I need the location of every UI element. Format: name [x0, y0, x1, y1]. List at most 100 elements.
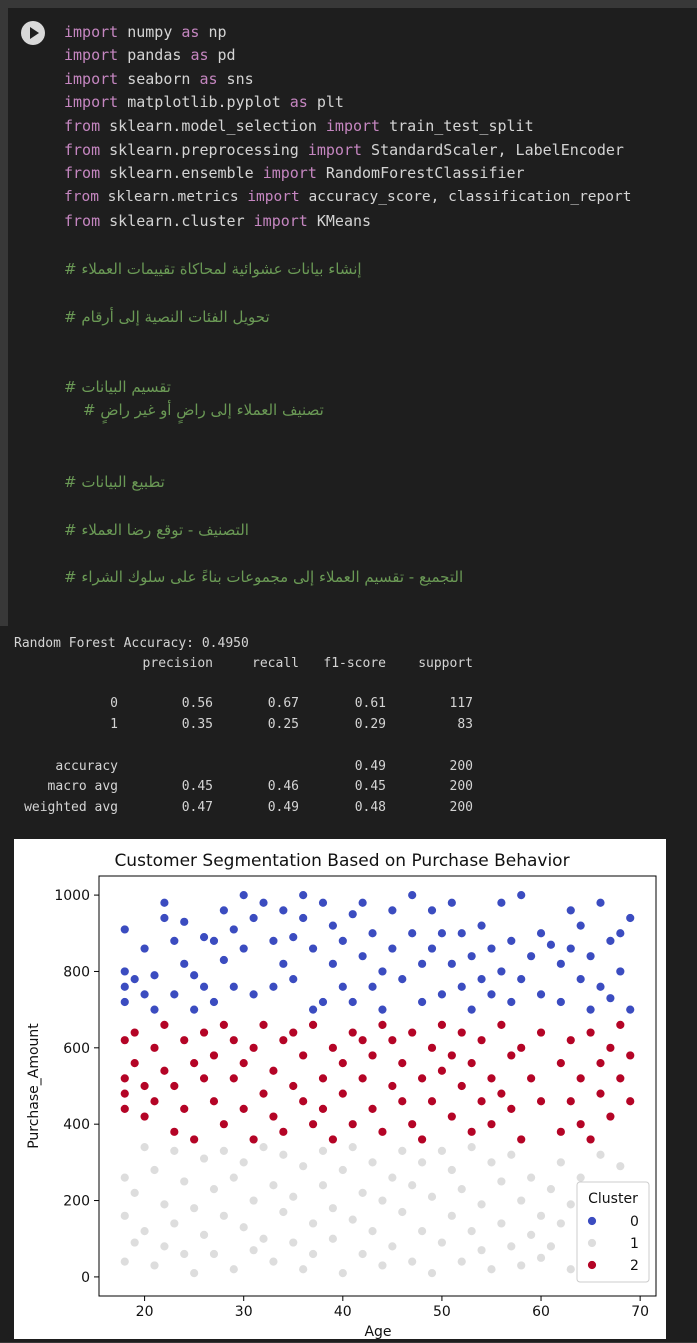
- code-keyword: import: [307, 141, 363, 159]
- scatter-point-cluster-0: [546, 939, 556, 950]
- code-comment: التجميع - تقسيم العملاء إلى مجموعات بناء…: [64, 568, 464, 586]
- legend: Cluster 0 1 2: [576, 1181, 650, 1283]
- scatter-point-cluster-0: [615, 928, 626, 939]
- scatter-point-cluster-2: [189, 1134, 200, 1145]
- scatter-point-cluster-0: [536, 928, 546, 939]
- report-header: support: [418, 656, 473, 671]
- code-text: np: [199, 23, 227, 41]
- scatter-point-cluster-0: [337, 936, 348, 946]
- scatter-point-cluster-0: [189, 970, 200, 981]
- y-axis: 0 200 400 600 800 1000: [54, 888, 99, 1286]
- scatter-point-cluster-1: [516, 1260, 527, 1271]
- scatter-point-cluster-1: [308, 1249, 318, 1259]
- scatter-point-cluster-2: [179, 1035, 190, 1046]
- x-tick-label: 60: [532, 1304, 550, 1320]
- scatter-point-cluster-2: [407, 1119, 418, 1130]
- code-keyword: from: [64, 212, 101, 230]
- scatter-point-cluster-0: [625, 913, 636, 923]
- scatter-point-cluster-1: [565, 1264, 576, 1275]
- scatter-point-cluster-0: [615, 966, 626, 977]
- scatter-point-cluster-0: [149, 970, 160, 981]
- scatter-point-cluster-0: [199, 981, 209, 992]
- scatter-point-cluster-2: [367, 1104, 378, 1114]
- scatter-point-cluster-1: [328, 1233, 338, 1244]
- scatter-points: [119, 890, 636, 1278]
- scatter-point-cluster-2: [456, 1027, 467, 1038]
- scatter-point-cluster-2: [129, 1027, 140, 1038]
- scatter-point-cluster-1: [466, 1142, 477, 1152]
- report-header: recall: [252, 656, 299, 671]
- code-comment: تصنيف العملاء إلى راضٍ أو غير راضٍ #: [83, 401, 324, 419]
- precision-cell: 0.45: [181, 779, 213, 794]
- scatter-point-cluster-2: [199, 1073, 209, 1084]
- scatter-point-cluster-2: [149, 1042, 160, 1053]
- scatter-point-cluster-0: [179, 916, 190, 927]
- scatter-point-cluster-1: [328, 1203, 338, 1214]
- scatter-point-cluster-2: [526, 1073, 537, 1084]
- code-keyword: as: [181, 23, 200, 41]
- precision-cell: 0.47: [181, 800, 213, 815]
- legend-marker-0: [587, 1216, 597, 1226]
- scatter-point-cluster-0: [407, 890, 418, 900]
- scatter-point-cluster-0: [278, 958, 289, 969]
- scatter-point-cluster-2: [248, 1042, 259, 1053]
- scatter-point-cluster-2: [268, 1111, 279, 1122]
- scatter-point-cluster-0: [328, 920, 338, 931]
- scatter-point-cluster-2: [387, 1081, 398, 1091]
- scatter-point-cluster-0: [437, 989, 447, 1000]
- scatter-point-cluster-2: [119, 1104, 130, 1114]
- code-comment: إنشاء بيانات عشوائية لمحاكاة تقييمات الع…: [64, 260, 362, 278]
- scatter-point-cluster-1: [238, 1222, 249, 1233]
- scatter-point-cluster-2: [199, 1027, 209, 1038]
- run-cell-icon[interactable]: [21, 21, 45, 45]
- scatter-point-cluster-0: [367, 981, 378, 992]
- scatter-point-cluster-1: [357, 1249, 368, 1259]
- scatter-point-cluster-0: [387, 905, 398, 916]
- scatter-point-cluster-2: [427, 1042, 437, 1053]
- scatter-point-cluster-1: [189, 1203, 200, 1214]
- scatter-point-cluster-1: [218, 1210, 229, 1221]
- code-comment: تطبيع البيانات #: [64, 473, 165, 491]
- scatter-point-cluster-0: [496, 966, 507, 977]
- code-keyword: as: [199, 70, 218, 88]
- scatter-point-cluster-0: [377, 1004, 388, 1015]
- scatter-point-cluster-2: [298, 1050, 309, 1061]
- scatter-point-cluster-2: [189, 1058, 200, 1068]
- scatter-point-cluster-0: [248, 989, 259, 1000]
- scatter-point-cluster-1: [397, 1146, 408, 1156]
- scatter-point-cluster-0: [228, 924, 239, 935]
- scatter-point-cluster-0: [189, 1004, 200, 1015]
- scatter-point-cluster-2: [238, 1058, 249, 1068]
- scatter-point-cluster-1: [258, 1142, 269, 1152]
- scatter-point-cluster-1: [179, 1176, 190, 1187]
- scatter-point-cluster-2: [318, 1073, 328, 1084]
- scatter-point-cluster-1: [367, 1226, 378, 1236]
- scatter-point-cluster-2: [625, 1096, 636, 1107]
- scatter-point-cluster-2: [476, 1096, 487, 1107]
- scatter-point-cluster-2: [595, 1088, 606, 1099]
- scatter-point-cluster-0: [347, 997, 358, 1007]
- scatter-point-cluster-1: [546, 1241, 556, 1252]
- scatter-point-cluster-1: [427, 1268, 437, 1278]
- scatter-point-cluster-1: [476, 1245, 487, 1256]
- scatter-point-cluster-0: [446, 897, 457, 908]
- precision-cell: 0.56: [181, 696, 213, 711]
- scatter-point-cluster-1: [387, 1172, 398, 1183]
- y-tick-label: 400: [63, 1117, 90, 1133]
- scatter-point-cluster-0: [308, 1004, 318, 1015]
- scatter-point-cluster-1: [387, 1241, 398, 1252]
- scatter-point-cluster-1: [476, 1199, 487, 1210]
- scatter-point-cluster-2: [218, 1020, 229, 1030]
- scatter-point-cluster-2: [298, 1096, 309, 1107]
- scatter-point-cluster-1: [149, 1260, 160, 1271]
- scatter-point-cluster-1: [169, 1218, 180, 1229]
- code-line: import seaborn as sns: [64, 70, 254, 88]
- code-cell[interactable]: import numpy as np import pandas as pd i…: [8, 8, 697, 626]
- scatter-point-cluster-1: [228, 1264, 239, 1275]
- code-text: sklearn.model_selection: [100, 117, 326, 135]
- scatter-point-cluster-2: [575, 1073, 586, 1084]
- scatter-point-cluster-0: [139, 989, 150, 1000]
- f1-cell: 0.45: [354, 779, 386, 794]
- scatter-point-cluster-1: [248, 1245, 259, 1256]
- scatter-point-cluster-0: [506, 936, 517, 946]
